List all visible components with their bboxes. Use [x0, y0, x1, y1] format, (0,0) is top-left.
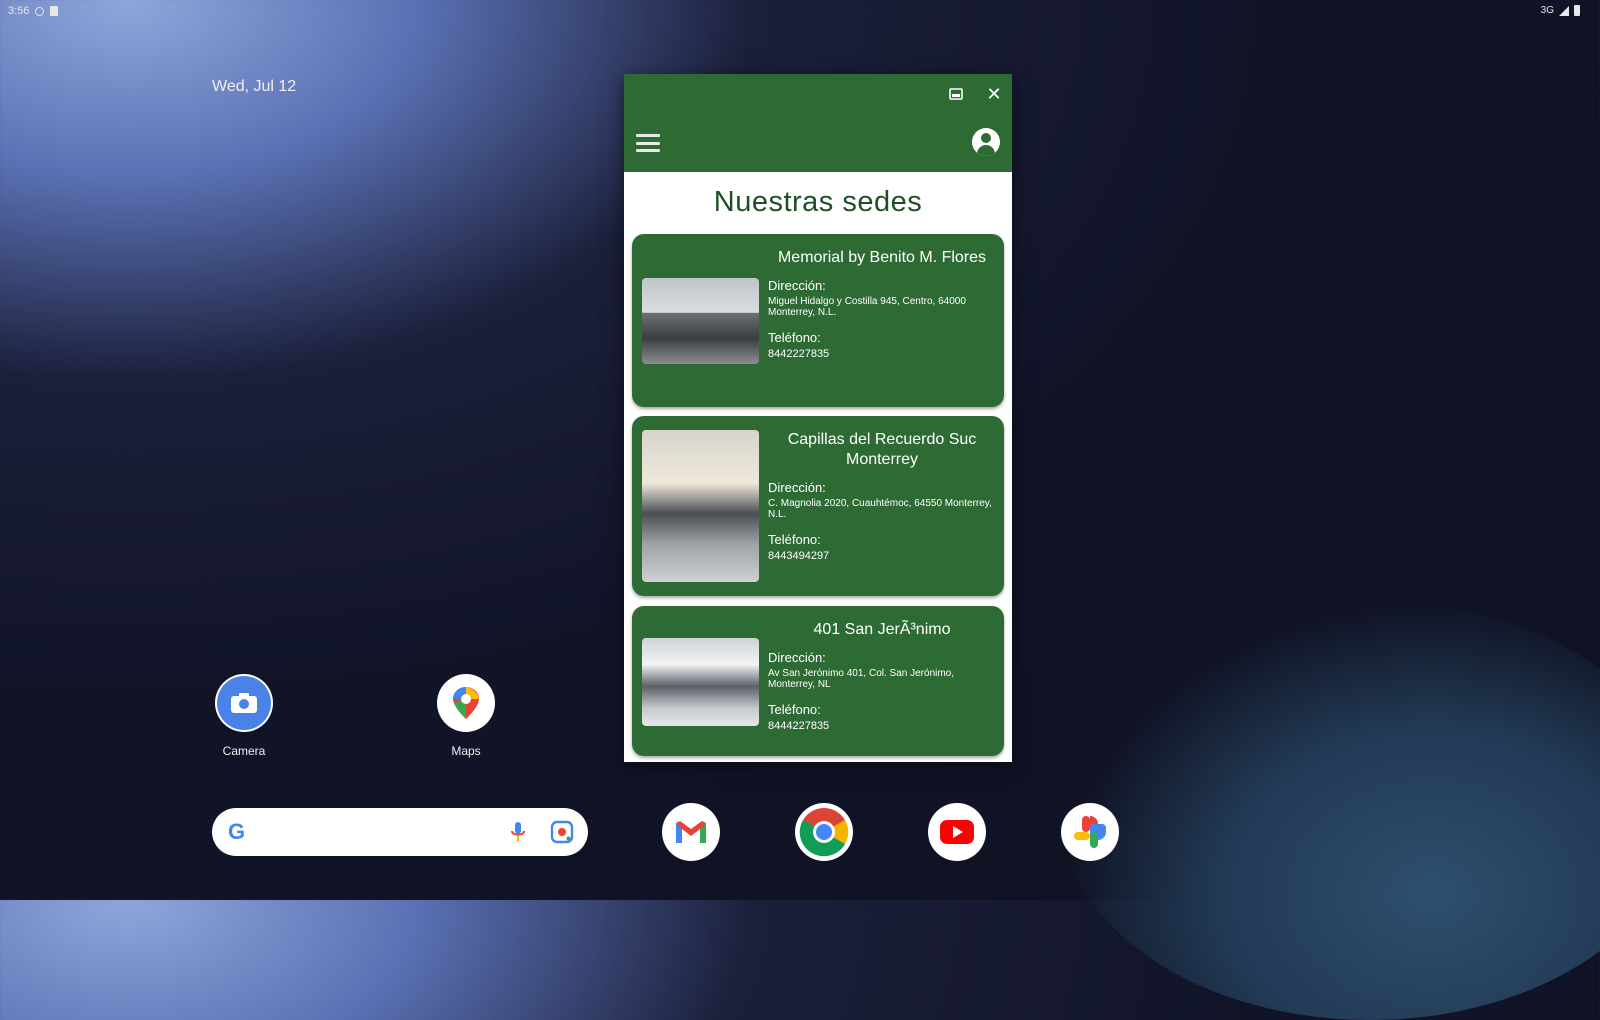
sync-icon — [35, 6, 45, 16]
location-card[interactable]: Memorial by Benito M. Flores Dirección: … — [632, 234, 1004, 407]
page-title: Nuestras sedes — [713, 186, 923, 218]
menu-icon[interactable] — [636, 134, 660, 152]
sd-card-icon — [50, 6, 59, 16]
address-label: Dirección: — [768, 650, 826, 665]
location-card[interactable]: Capillas del Recuerdo Suc Monterrey Dire… — [632, 416, 1004, 596]
location-card[interactable]: 401 San JerÃ³nimo Dirección: Av San Jeró… — [632, 606, 1004, 756]
address-value: Miguel Hidalgo y Costilla 945, Centro, 6… — [768, 296, 966, 318]
status-bar: 3:56 3G — [0, 0, 1600, 24]
app-window: ✕ Nuestras sedes Memorial by Benito M. F… — [624, 74, 1012, 762]
photos-app-icon[interactable] — [1061, 803, 1119, 861]
signal-icon — [1559, 5, 1569, 16]
close-icon: ✕ — [986, 83, 1002, 104]
phone-label: Teléfono: — [768, 330, 821, 345]
address-label: Dirección: — [768, 278, 826, 293]
maps-app-label[interactable]: Maps — [416, 744, 516, 758]
address-value: C. Magnolia 2020, Cuauhtémoc, 64550 Mont… — [768, 498, 992, 520]
phone-value: 8444227835 — [768, 720, 830, 732]
camera-app-label[interactable]: Camera — [194, 744, 294, 758]
phone-label: Teléfono: — [768, 702, 821, 717]
window-caption-bar: ✕ — [624, 74, 1012, 114]
window-mode-icon — [949, 88, 963, 100]
account-icon[interactable] — [972, 128, 1000, 156]
location-photo — [642, 278, 759, 364]
network-type-icon: 3G — [1540, 5, 1554, 16]
window-close-button[interactable]: ✕ — [984, 84, 1004, 104]
window-minimize-button[interactable] — [946, 84, 966, 104]
location-name: 401 San JerÃ³nimo — [813, 621, 951, 638]
phone-label: Teléfono: — [768, 532, 821, 547]
battery-icon — [1574, 5, 1580, 16]
app-toolbar — [624, 114, 1012, 172]
location-photo — [642, 638, 759, 726]
google-search-bar[interactable]: G — [212, 808, 588, 856]
google-g-icon: G — [228, 819, 246, 844]
location-name: Capillas del Recuerdo Suc Monterrey — [787, 431, 977, 468]
phone-value: 8442227835 — [768, 348, 830, 360]
phone-value: 8443494297 — [768, 550, 830, 562]
microphone-icon[interactable] — [510, 820, 526, 844]
location-name: Memorial by Benito M. Flores — [777, 249, 987, 266]
camera-app-icon[interactable] — [215, 674, 273, 732]
youtube-app-icon[interactable] — [928, 803, 986, 861]
gmail-app-icon[interactable] — [662, 803, 720, 861]
address-label: Dirección: — [768, 480, 826, 495]
google-lens-icon[interactable] — [550, 820, 574, 844]
wallpaper-wave — [1060, 600, 1600, 1020]
chrome-app-icon[interactable] — [795, 803, 853, 861]
address-value: Av San Jerónimo 401, Col. San Jerónimo, … — [768, 668, 955, 690]
location-photo — [642, 430, 759, 582]
home-date: Wed, Jul 12 — [212, 78, 297, 95]
status-time: 3:56 — [8, 5, 30, 17]
maps-app-icon[interactable] — [437, 674, 495, 732]
